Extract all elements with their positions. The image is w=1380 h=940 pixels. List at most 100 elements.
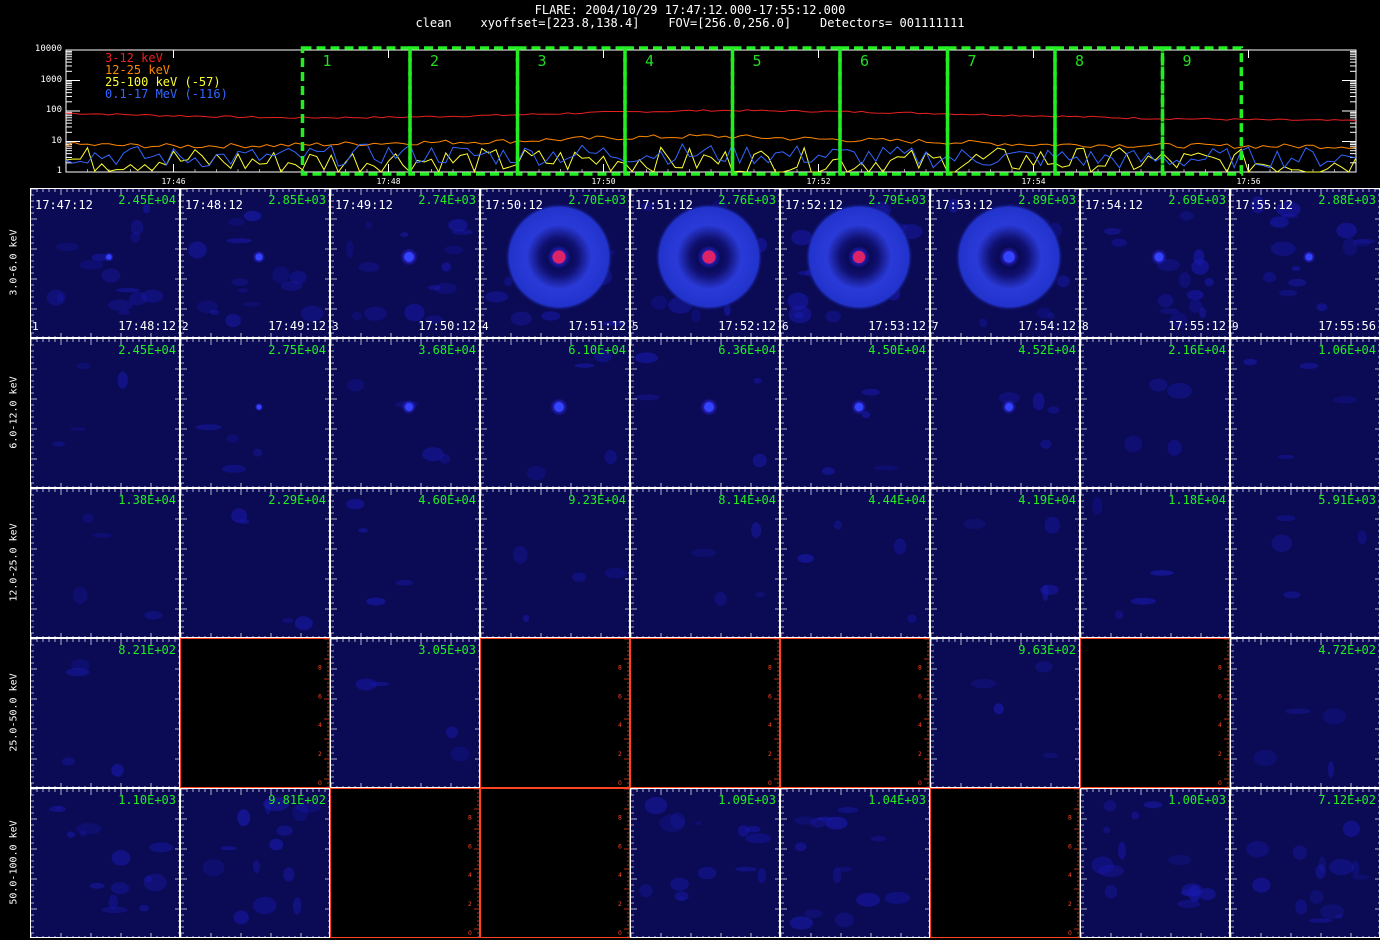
noise-blob <box>66 667 90 677</box>
noise-blob <box>243 210 262 222</box>
noise-blob <box>1034 661 1053 673</box>
noise-blob <box>1316 303 1328 312</box>
peak-value: 2.74E+03 <box>418 193 476 207</box>
start-time: 17:49:12 <box>335 198 393 212</box>
interval-number: 8 <box>1075 52 1085 70</box>
image-map <box>1081 789 1229 937</box>
peak-value: 2.89E+03 <box>1018 193 1076 207</box>
peak-value: 1.38E+04 <box>118 493 176 507</box>
image-map <box>781 489 929 637</box>
noise-blob <box>789 916 814 930</box>
x-tick-label: 17:46 <box>161 177 186 186</box>
peak-value: 2.29E+04 <box>268 493 326 507</box>
noise-blob <box>1157 294 1174 308</box>
noise-blob <box>485 291 509 303</box>
noise-blob <box>1291 266 1301 271</box>
empty-axis-label: 2 <box>768 751 772 758</box>
noise-blob <box>1315 864 1326 879</box>
empty-axis-label: 8 <box>768 664 772 671</box>
noise-blob <box>670 877 689 891</box>
image-cell: 0 2 4 6 8 <box>1080 638 1230 788</box>
noise-blob <box>1124 435 1143 453</box>
interval-index: 6 <box>782 320 789 333</box>
noise-blob <box>1299 362 1318 370</box>
interval-index: 4 <box>482 320 489 333</box>
noise-blob <box>101 268 121 283</box>
noise-blob <box>510 311 532 326</box>
noise-blob <box>202 859 225 877</box>
image-cell: 8.14E+04 <box>630 488 780 638</box>
noise-blob <box>870 835 887 842</box>
peak-value: 2.85E+03 <box>268 193 326 207</box>
noise-blob <box>149 842 174 853</box>
noise-blob <box>822 467 835 476</box>
noise-blob <box>1262 272 1277 283</box>
peak-value: 4.72E+02 <box>1318 643 1376 657</box>
image-map <box>31 789 179 937</box>
noise-blob <box>280 281 303 291</box>
noise-blob <box>714 591 727 606</box>
noise-blob <box>1357 530 1367 545</box>
flare-core <box>1154 252 1164 262</box>
noise-blob <box>794 312 805 319</box>
peak-value: 9.63E+02 <box>1018 643 1076 657</box>
noise-blob <box>1352 860 1360 876</box>
y-tick-label: 1000 <box>40 74 62 85</box>
peak-value: 1.10E+03 <box>118 793 176 807</box>
image-map: 0 2 4 6 8 <box>318 639 329 787</box>
legend-entry: 0.1-17 MeV (-116) <box>105 87 228 101</box>
noise-blob <box>856 892 881 907</box>
noise-blob <box>1092 496 1103 515</box>
peak-value: 2.45E+04 <box>118 193 176 207</box>
image-map <box>931 639 1079 787</box>
image-map <box>781 339 929 487</box>
noise-blob <box>91 533 112 538</box>
empty-axis-label: 0 <box>1068 930 1072 937</box>
flare-core <box>552 250 566 264</box>
noise-blob <box>1130 597 1156 605</box>
noise-blob <box>220 846 237 851</box>
peak-value: 2.75E+04 <box>268 343 326 357</box>
noise-blob <box>1114 610 1124 620</box>
x-tick-label: 17:50 <box>591 177 616 186</box>
noise-blob <box>893 538 907 555</box>
start-time: 17:54:12 <box>1085 198 1143 212</box>
noise-blob <box>797 553 815 563</box>
noise-blob <box>1150 570 1174 576</box>
image-cell: 2.88E+03 17:55:12 17:55:56 9 <box>1230 188 1380 338</box>
noise-blob <box>1104 884 1118 899</box>
image-cell: 2.89E+03 17:53:12 17:54:12 7 <box>930 188 1080 338</box>
empty-axis-label: 0 <box>768 780 772 787</box>
noise-blob <box>228 217 245 226</box>
image-map <box>1231 489 1379 637</box>
noise-blob <box>225 313 241 328</box>
noise-blob <box>365 221 373 229</box>
interval-index: 2 <box>182 320 189 333</box>
noise-blob <box>752 453 767 468</box>
image-map <box>331 639 479 787</box>
interval-number: 6 <box>860 52 870 70</box>
image-map <box>31 339 179 487</box>
interval-index: 3 <box>332 320 339 333</box>
x-tick-label: 17:52 <box>806 177 831 186</box>
noise-blob <box>1243 358 1258 366</box>
noise-blob <box>1098 864 1124 878</box>
noise-blob <box>346 240 354 258</box>
image-cell: 4.72E+02 <box>1230 638 1380 788</box>
noise-blob <box>832 867 842 883</box>
noise-blob <box>226 434 239 443</box>
peak-value: 2.69E+03 <box>1168 193 1226 207</box>
noise-blob <box>1178 272 1191 288</box>
noise-blob <box>1277 454 1295 459</box>
end-time: 17:48:12 <box>118 319 176 333</box>
noise-blob <box>400 232 409 238</box>
empty-axis-label: 2 <box>318 751 322 758</box>
noise-blob <box>1111 238 1127 247</box>
noise-blob <box>837 806 859 814</box>
noise-blob <box>117 371 128 389</box>
peak-value: 9.23E+04 <box>568 493 626 507</box>
image-map <box>631 489 779 637</box>
noise-blob <box>237 809 251 827</box>
empty-axis-label: 4 <box>1068 872 1072 879</box>
noise-blob <box>691 308 702 322</box>
